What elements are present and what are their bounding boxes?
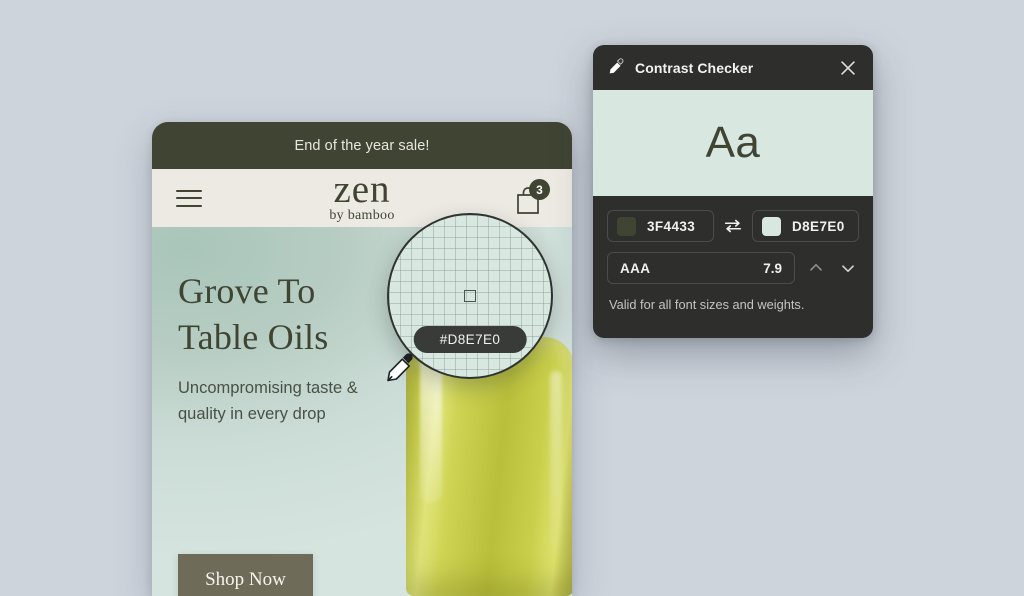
preview-sample-text: Aa [705,118,761,167]
chevron-up-icon[interactable] [805,257,827,279]
shop-now-button[interactable]: Shop Now [178,554,313,596]
announcement-bar: End of the year sale! [152,122,572,169]
screen-canvas: End of the year sale! zen by bamboo 3 Gr… [0,0,1024,596]
swap-icon[interactable] [722,215,744,237]
announcement-text: End of the year sale! [294,137,430,154]
validity-note: Valid for all font sizes and weights. [609,297,805,312]
background-swatch[interactable] [762,216,781,236]
contrast-checker-panel: Contrast Checker Aa 3F4433 D8E7E0 AAA 7.… [593,45,873,338]
contrast-score-field: AAA 7.9 [607,252,795,284]
foreground-color-field[interactable]: 3F4433 [607,210,714,242]
hamburger-line [176,189,202,192]
background-hex-value: D8E7E0 [792,218,845,234]
cart-button[interactable]: 3 [514,179,550,215]
background-color-field[interactable]: D8E7E0 [752,210,859,242]
panel-header: Contrast Checker [593,45,873,90]
cart-count-badge: 3 [529,179,550,200]
close-icon[interactable] [837,57,859,79]
score-row: AAA 7.9 [593,242,873,284]
brand-name: zen [333,167,391,211]
chevron-down-icon[interactable] [837,257,859,279]
color-pair-row: 3F4433 D8E7E0 [593,196,873,242]
hamburger-line [176,204,202,207]
eyedropper-icon [387,353,413,382]
foreground-swatch[interactable] [617,216,636,236]
contrast-ratio-value: 7.9 [763,260,782,276]
loupe-hex-label: #D8E7E0 [413,326,527,353]
eyedropper-icon [608,58,624,75]
hamburger-icon[interactable] [176,189,202,207]
conformance-level: AAA [620,260,651,276]
loupe-target-square [464,290,476,302]
panel-title: Contrast Checker [635,59,754,76]
foreground-hex-value: 3F4433 [647,218,696,234]
hamburger-line [176,197,202,199]
hero-subheadline-line2: quality in every drop [178,405,326,423]
contrast-preview: Aa [593,90,873,196]
